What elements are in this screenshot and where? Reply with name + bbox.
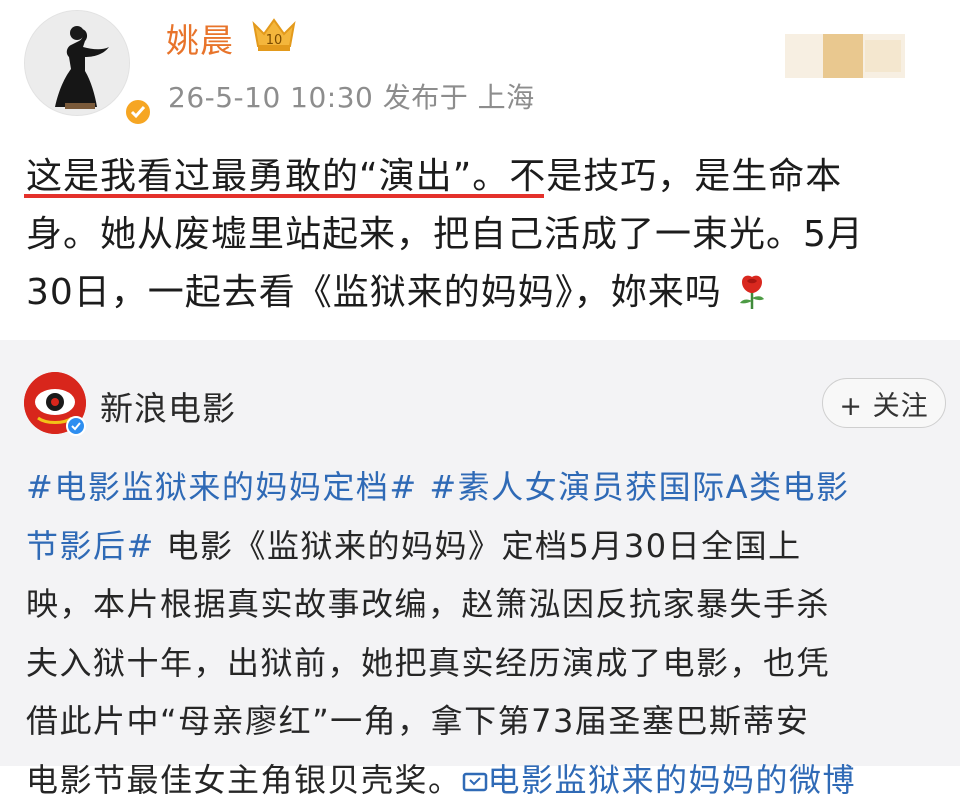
repost-author-name[interactable]: 新浪电影 bbox=[100, 382, 236, 430]
repost-text-line: 借此片中“母亲廖红”一角，拿下第73届圣塞巴斯蒂安 bbox=[26, 692, 938, 751]
repost-text-line: 夫入狱十年，出狱前，她把真实经历演成了电影，也凭 bbox=[26, 634, 938, 693]
follow-button[interactable]: + 关注 bbox=[822, 378, 946, 428]
hashtag-link[interactable]: #素人女演员获国际A类电影 bbox=[429, 468, 849, 506]
post-text: 这是我看过最勇敢的“演出”。不是技巧，是生命本 身。她从废墟里站起来，把自己活成… bbox=[26, 148, 941, 322]
author-avatar[interactable] bbox=[24, 10, 130, 116]
weibo-post: 姚晨 10 26-5-10 10:30 发布于 上海 这是我看过最勇敢的“演出”… bbox=[0, 0, 960, 340]
verified-badge-icon bbox=[123, 97, 153, 127]
hashtag-link[interactable]: #电影监狱来的妈妈定档# bbox=[26, 468, 418, 506]
rose-icon bbox=[734, 272, 770, 310]
post-text-segment: 30日，一起去看《监狱来的妈妈》，妳来吗 bbox=[26, 272, 722, 313]
svg-text:10: 10 bbox=[266, 33, 283, 48]
author-name[interactable]: 姚晨 bbox=[166, 14, 234, 62]
hashtag-link[interactable]: 节影后# bbox=[26, 527, 155, 565]
post-meta: 26-5-10 10:30 发布于 上海 bbox=[168, 76, 535, 116]
repost-text-line: #电影监狱来的妈妈定档# #素人女演员获国际A类电影 bbox=[26, 458, 938, 517]
post-text-line: 30日，一起去看《监狱来的妈妈》，妳来吗 bbox=[26, 264, 941, 322]
repost-text-segment: 电影节最佳女主角银贝壳奖。 bbox=[26, 761, 462, 799]
blue-verified-icon bbox=[66, 416, 86, 436]
vip-crown-icon: 10 bbox=[250, 14, 298, 54]
avatar-figure-icon bbox=[25, 11, 129, 115]
repost-text-line: 节影后# 电影《监狱来的妈妈》定档5月30日全国上 bbox=[26, 517, 938, 576]
repost-text: #电影监狱来的妈妈定档# #素人女演员获国际A类电影 节影后# 电影《监狱来的妈… bbox=[26, 458, 938, 809]
repost-text-line: 电影节最佳女主角银贝壳奖。电影监狱来的妈妈的微博 bbox=[26, 751, 938, 809]
repost-text-line: 映，本片根据真实故事改编，赵箫泓因反抗家暴失手杀 bbox=[26, 575, 938, 634]
quoted-post-card[interactable]: 新浪电影 + 关注 #电影监狱来的妈妈定档# #素人女演员获国际A类电影 节影后… bbox=[0, 340, 960, 766]
link-icon bbox=[462, 771, 488, 793]
repost-text-segment: 电影《监狱来的妈妈》定档5月30日全国上 bbox=[155, 527, 802, 565]
post-text-line: 身。她从废墟里站起来，把自己活成了一束光。5月 bbox=[26, 206, 941, 264]
highlight-underline bbox=[24, 194, 544, 198]
weibo-link[interactable]: 电影监狱来的妈妈的微博 bbox=[488, 761, 857, 799]
card-decoration-icon bbox=[785, 34, 905, 78]
